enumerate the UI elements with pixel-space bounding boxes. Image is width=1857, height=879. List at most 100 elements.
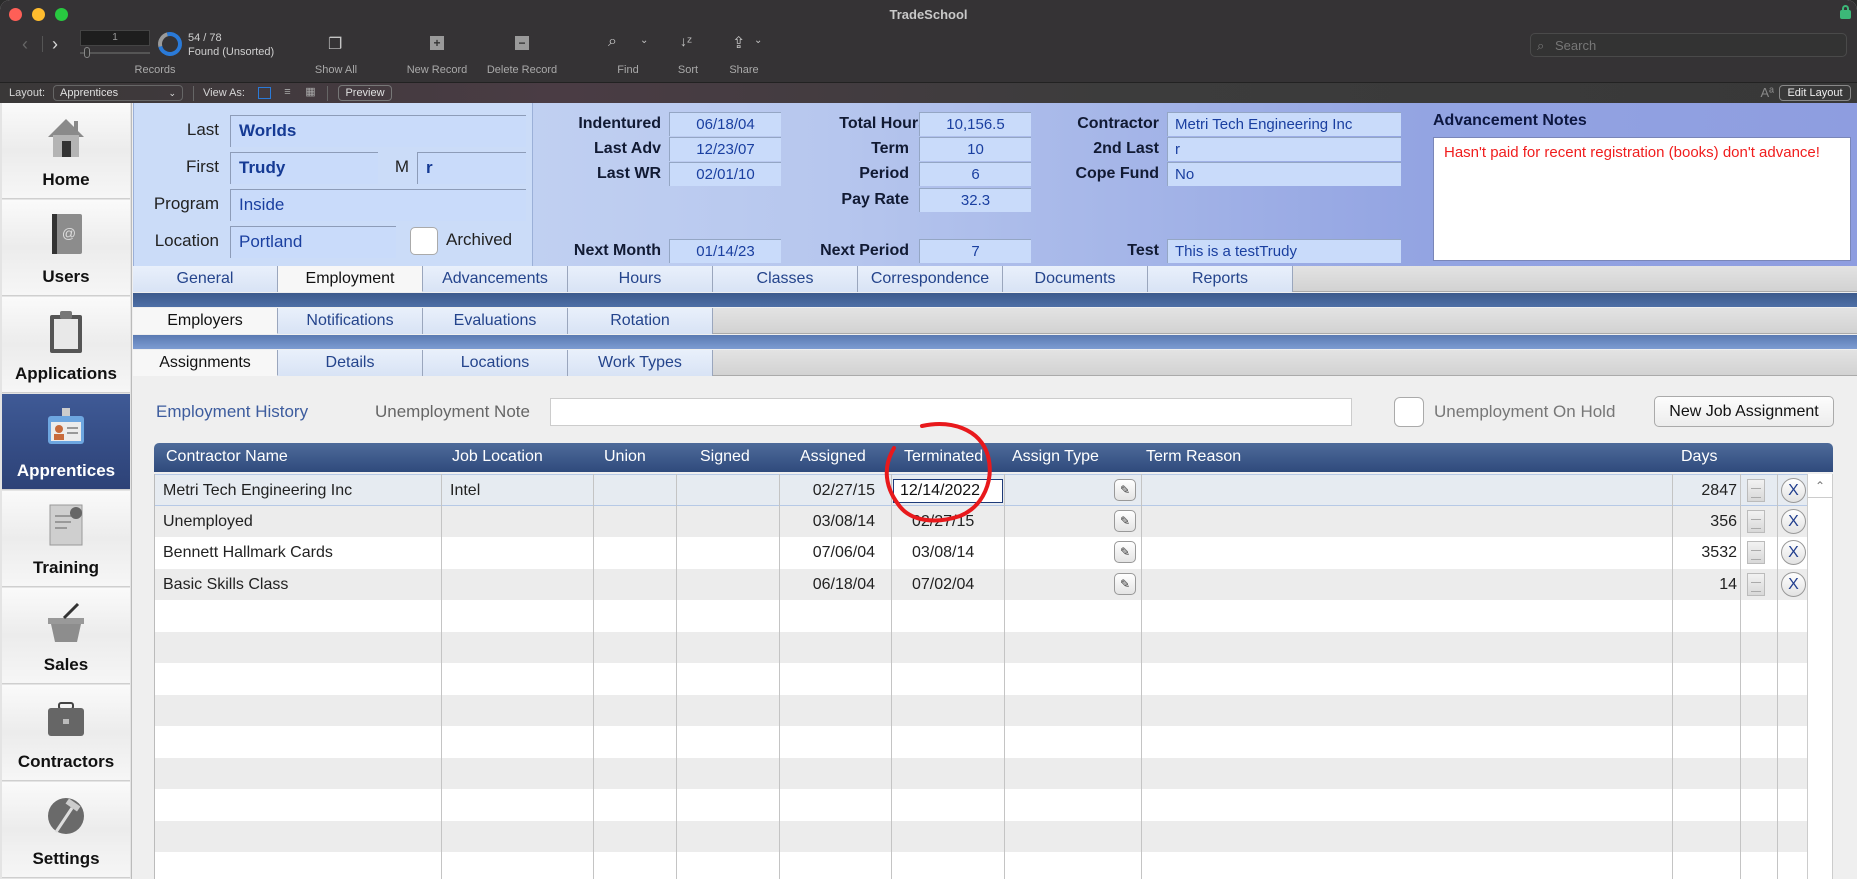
assigned-cell[interactable]: 06/18/04 bbox=[765, 576, 875, 594]
tab-advancements[interactable]: Advancements bbox=[423, 266, 568, 292]
terminated-cell[interactable]: 03/08/14 bbox=[912, 544, 974, 562]
tab-locations[interactable]: Locations bbox=[423, 350, 568, 376]
delete-record-icon[interactable]: − bbox=[515, 36, 529, 50]
preview-button[interactable]: Preview bbox=[338, 85, 392, 101]
document-icon[interactable] bbox=[1747, 541, 1765, 564]
delete-row-button[interactable]: X bbox=[1781, 478, 1806, 503]
tab-documents[interactable]: Documents bbox=[1003, 266, 1148, 292]
text-format-icon[interactable]: Aª bbox=[1761, 85, 1774, 100]
sidebar-item-settings[interactable]: Settings bbox=[2, 782, 130, 878]
share-button[interactable]: Share bbox=[726, 64, 762, 76]
archived-checkbox[interactable] bbox=[410, 227, 438, 255]
column-header-assign-type[interactable]: Assign Type bbox=[1012, 448, 1099, 466]
find-icon[interactable]: ⌕ bbox=[608, 33, 617, 51]
tab-work-types[interactable]: Work Types bbox=[568, 350, 713, 376]
delete-row-button[interactable]: X bbox=[1781, 508, 1806, 534]
contractor-name-cell[interactable]: Unemployed bbox=[163, 513, 253, 531]
edit-layout-button[interactable]: Edit Layout bbox=[1779, 85, 1851, 101]
document-icon[interactable] bbox=[1747, 479, 1765, 502]
contractor-field[interactable]: Metri Tech Engineering Inc bbox=[1167, 112, 1401, 136]
tab-rotation[interactable]: Rotation bbox=[568, 308, 713, 334]
middle-initial-field[interactable]: r bbox=[417, 152, 526, 184]
record-number-input[interactable]: 1 bbox=[80, 30, 150, 46]
tab-notifications[interactable]: Notifications bbox=[278, 308, 423, 334]
find-button[interactable]: Find bbox=[612, 64, 644, 76]
tab-employment[interactable]: Employment bbox=[278, 266, 423, 292]
list-view-icon[interactable]: ≡ bbox=[281, 87, 294, 99]
last-adv-field[interactable]: 12/23/07 bbox=[669, 137, 781, 161]
edit-assign-type-button[interactable]: ✎ bbox=[1114, 509, 1136, 532]
sort-button[interactable]: Sort bbox=[672, 64, 704, 76]
indentured-field[interactable]: 06/18/04 bbox=[669, 112, 781, 136]
record-slider-handle[interactable] bbox=[84, 47, 90, 58]
sidebar-item-users[interactable]: @ Users bbox=[2, 200, 130, 296]
contractor-name-cell[interactable]: Bennett Hallmark Cards bbox=[163, 544, 333, 562]
tab-evaluations[interactable]: Evaluations bbox=[423, 308, 568, 334]
table-row[interactable]: Metri Tech Engineering Inc Intel 02/27/1… bbox=[155, 474, 1807, 506]
tab-assignments[interactable]: Assignments bbox=[133, 350, 278, 376]
assigned-cell[interactable]: 02/27/15 bbox=[765, 482, 875, 500]
search-input[interactable] bbox=[1555, 36, 1835, 54]
sort-icon[interactable]: ↓ᶻ bbox=[680, 33, 692, 49]
job-location-cell[interactable]: Intel bbox=[450, 482, 480, 500]
show-all-button[interactable]: Show All bbox=[306, 64, 366, 76]
delete-row-button[interactable]: X bbox=[1781, 571, 1806, 597]
show-all-icon[interactable]: ❐ bbox=[328, 34, 342, 54]
column-header-assigned[interactable]: Assigned bbox=[800, 448, 866, 466]
column-header-job-location[interactable]: Job Location bbox=[452, 448, 543, 466]
scroll-up-icon[interactable]: ⌃ bbox=[1808, 474, 1832, 498]
search-icon[interactable]: ⌕ bbox=[1537, 38, 1544, 54]
delete-row-button[interactable]: X bbox=[1781, 540, 1806, 565]
contractor-name-cell[interactable]: Basic Skills Class bbox=[163, 576, 288, 594]
share-menu-chevron-icon[interactable]: ⌄ bbox=[754, 35, 762, 46]
sidebar-item-contractors[interactable]: Contractors bbox=[2, 685, 130, 781]
new-record-button[interactable]: New Record bbox=[400, 64, 474, 76]
next-record-button[interactable]: › bbox=[52, 34, 58, 55]
column-header-term-reason[interactable]: Term Reason bbox=[1146, 448, 1241, 466]
share-icon[interactable]: ⇪ bbox=[732, 33, 745, 53]
tab-details[interactable]: Details bbox=[278, 350, 423, 376]
assigned-cell[interactable]: 03/08/14 bbox=[765, 513, 875, 531]
test-field[interactable]: This is a testTrudy bbox=[1167, 239, 1401, 263]
sidebar-item-training[interactable]: Training bbox=[2, 491, 130, 587]
edit-assign-type-button[interactable]: ✎ bbox=[1114, 479, 1136, 501]
table-row[interactable]: Unemployed 03/08/14 02/27/15 ✎ 356 X bbox=[155, 505, 1807, 537]
tab-reports[interactable]: Reports bbox=[1148, 266, 1293, 292]
second-last-field[interactable]: r bbox=[1167, 137, 1401, 161]
previous-record-button[interactable]: ‹ bbox=[22, 34, 28, 55]
column-header-contractor-name[interactable]: Contractor Name bbox=[166, 448, 288, 466]
cope-fund-field[interactable]: No bbox=[1167, 162, 1401, 186]
new-record-icon[interactable]: + bbox=[430, 36, 444, 50]
tab-general[interactable]: General bbox=[133, 266, 278, 292]
contractor-name-cell[interactable]: Metri Tech Engineering Inc bbox=[163, 482, 352, 500]
tab-hours[interactable]: Hours bbox=[568, 266, 713, 292]
delete-record-button[interactable]: Delete Record bbox=[480, 64, 564, 76]
terminated-cell[interactable]: 02/27/15 bbox=[912, 513, 974, 531]
next-period-field[interactable]: 7 bbox=[919, 239, 1031, 263]
location-field[interactable]: Portland bbox=[230, 226, 396, 258]
edit-assign-type-button[interactable]: ✎ bbox=[1114, 541, 1136, 563]
document-icon[interactable] bbox=[1747, 572, 1765, 596]
column-header-union[interactable]: Union bbox=[604, 448, 646, 466]
column-header-signed[interactable]: Signed bbox=[700, 448, 750, 466]
term-field[interactable]: 10 bbox=[919, 137, 1031, 161]
column-header-days[interactable]: Days bbox=[1681, 448, 1717, 466]
tab-classes[interactable]: Classes bbox=[713, 266, 858, 292]
record-slider[interactable] bbox=[80, 47, 150, 58]
sidebar-item-sales[interactable]: Sales bbox=[2, 588, 130, 684]
terminated-date-input[interactable] bbox=[893, 479, 1003, 503]
edit-assign-type-button[interactable]: ✎ bbox=[1114, 572, 1136, 595]
sidebar-item-applications[interactable]: Applications bbox=[2, 297, 130, 393]
next-month-field[interactable]: 01/14/23 bbox=[669, 239, 781, 263]
period-field[interactable]: 6 bbox=[919, 162, 1031, 186]
table-row[interactable]: Basic Skills Class 06/18/04 07/02/04 ✎ 1… bbox=[155, 568, 1807, 600]
tab-employers[interactable]: Employers bbox=[133, 308, 278, 334]
sidebar-item-apprentices[interactable]: Apprentices bbox=[2, 394, 130, 490]
column-header-terminated[interactable]: Terminated bbox=[904, 448, 983, 466]
last-name-field[interactable]: Worlds bbox=[230, 115, 526, 147]
total-hours-field[interactable]: 10,156.5 bbox=[919, 112, 1031, 136]
unemployment-on-hold-checkbox[interactable] bbox=[1394, 397, 1424, 427]
layout-select[interactable]: Apprentices ⌄ bbox=[53, 85, 183, 101]
table-scrollbar[interactable]: ⌃ bbox=[1807, 474, 1833, 879]
form-view-icon[interactable] bbox=[258, 87, 271, 99]
